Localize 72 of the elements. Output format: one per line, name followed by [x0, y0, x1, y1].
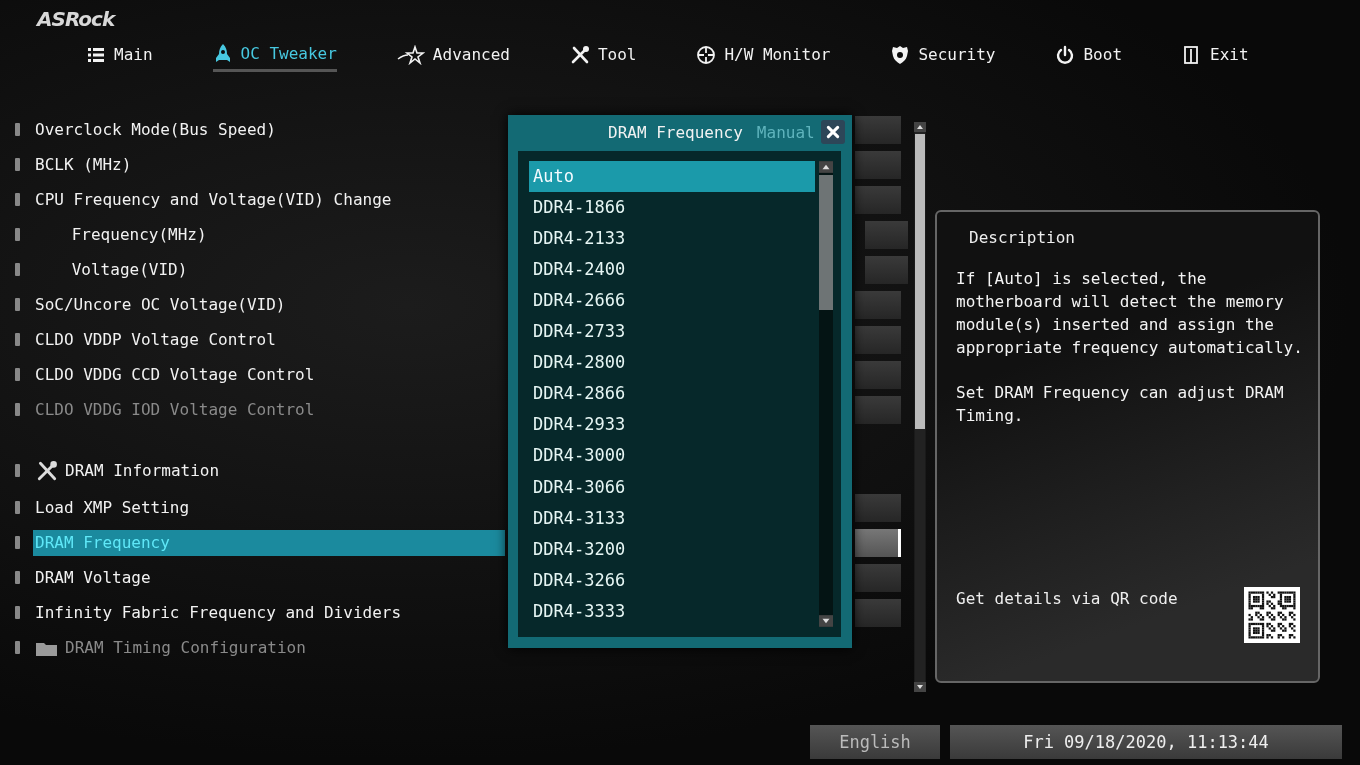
frequency-option[interactable]: DDR4-2733: [529, 316, 815, 348]
bullet-marker: [15, 403, 20, 416]
bullet-marker: [15, 501, 20, 514]
menu-item[interactable]: Overclock Mode(Bus Speed): [33, 116, 505, 143]
current-value: Manual: [756, 123, 815, 143]
nav-tab[interactable]: Advanced: [396, 39, 510, 72]
frequency-option[interactable]: DDR4-2133: [529, 222, 815, 254]
nav-tab[interactable]: Exit: [1182, 39, 1249, 72]
frequency-option[interactable]: DDR4-3000: [529, 440, 815, 472]
crosshair-icon: [696, 44, 717, 65]
frequency-option[interactable]: DDR4-3200: [529, 533, 815, 565]
frequency-option[interactable]: DDR4-2400: [529, 253, 815, 285]
menu-item[interactable]: DRAM Voltage: [33, 564, 505, 591]
nav-tab[interactable]: H/W Monitor: [696, 39, 831, 72]
frequency-option[interactable]: DDR4-2800: [529, 347, 815, 379]
bullet-marker: [15, 228, 20, 241]
frequency-option[interactable]: DDR4-3066: [529, 471, 815, 503]
shield-icon: [890, 44, 911, 65]
menu-item[interactable]: SoC/Uncore OC Voltage(VID): [33, 291, 505, 318]
nav-tab[interactable]: Boot: [1055, 39, 1122, 72]
value-box[interactable]: [855, 528, 901, 557]
frequency-option[interactable]: DDR4-3266: [529, 564, 815, 596]
frequency-option[interactable]: DDR4-3133: [529, 502, 815, 534]
close-button[interactable]: [821, 120, 845, 144]
qr-code-icon: [1244, 587, 1300, 643]
bullet-marker: [15, 193, 20, 206]
bullet-marker: [15, 123, 20, 136]
frequency-option[interactable]: DDR4-1866: [529, 191, 815, 223]
bullet-marker: [15, 333, 20, 346]
tools-icon: [569, 44, 590, 65]
description-text: Set DRAM Frequency can adjust DRAM Timing.: [956, 382, 1285, 427]
menu-item[interactable]: CLDO VDDP Voltage Control: [33, 326, 505, 353]
date-time: Fri 09/18/2020, 11:13:44: [950, 725, 1342, 759]
bullet-marker: [15, 464, 20, 477]
menu-item[interactable]: Infinity Fabric Frequency and Dividers: [33, 599, 505, 626]
brand-logo: ASRock: [37, 6, 115, 32]
frequency-option[interactable]: DDR4-3333: [529, 595, 815, 627]
frequency-option[interactable]: DDR4-2866: [529, 378, 815, 410]
menu-item[interactable]: BCLK (MHz): [33, 151, 505, 178]
nav-tab[interactable]: Tool: [569, 39, 637, 72]
bullet-marker: [15, 641, 20, 654]
bullet-marker: [15, 571, 20, 584]
menu-item[interactable]: DRAM Information: [33, 457, 505, 484]
menu-item[interactable]: CLDO VDDG CCD Voltage Control: [33, 361, 505, 388]
scrollbar[interactable]: [914, 122, 926, 692]
tools-icon: [35, 459, 59, 482]
scroll-down-icon[interactable]: [819, 615, 833, 627]
menu-item[interactable]: CPU Frequency and Voltage(VID) Change: [33, 186, 505, 213]
bullet-marker: [15, 536, 20, 549]
bullet-marker: [15, 158, 20, 171]
menu-item[interactable]: Load XMP Setting: [33, 494, 505, 521]
scroll-up-icon[interactable]: [819, 160, 833, 173]
panel-title: Description: [969, 228, 1075, 247]
power-icon: [1055, 44, 1076, 65]
scroll-down-icon[interactable]: [914, 682, 926, 692]
nav-tab[interactable]: OC Tweaker: [212, 39, 337, 72]
nav-tab[interactable]: Security: [890, 39, 996, 72]
description-text: If [Auto] is selected, the motherboard will detect the memory module(s) inserted and assign the appropriate frequency automatically.: [956, 268, 1304, 359]
language-button[interactable]: English: [810, 725, 940, 759]
frequency-option[interactable]: DDR4-2933: [529, 409, 815, 441]
frequency-option[interactable]: DDR4-2666: [529, 284, 815, 317]
dialog-title: DRAM Frequency: [608, 123, 743, 143]
bullet-marker: [15, 606, 20, 619]
close-icon: [826, 125, 840, 139]
scroll-up-icon[interactable]: [914, 122, 926, 132]
scrollbar[interactable]: [819, 160, 833, 627]
nav-tab[interactable]: Main: [86, 39, 153, 72]
bullet-marker: [15, 368, 20, 381]
qr-hint: Get details via QR code: [956, 589, 1178, 608]
bullet-marker: [15, 298, 20, 311]
bullet-marker: [15, 263, 20, 276]
star-icon: [396, 44, 425, 65]
